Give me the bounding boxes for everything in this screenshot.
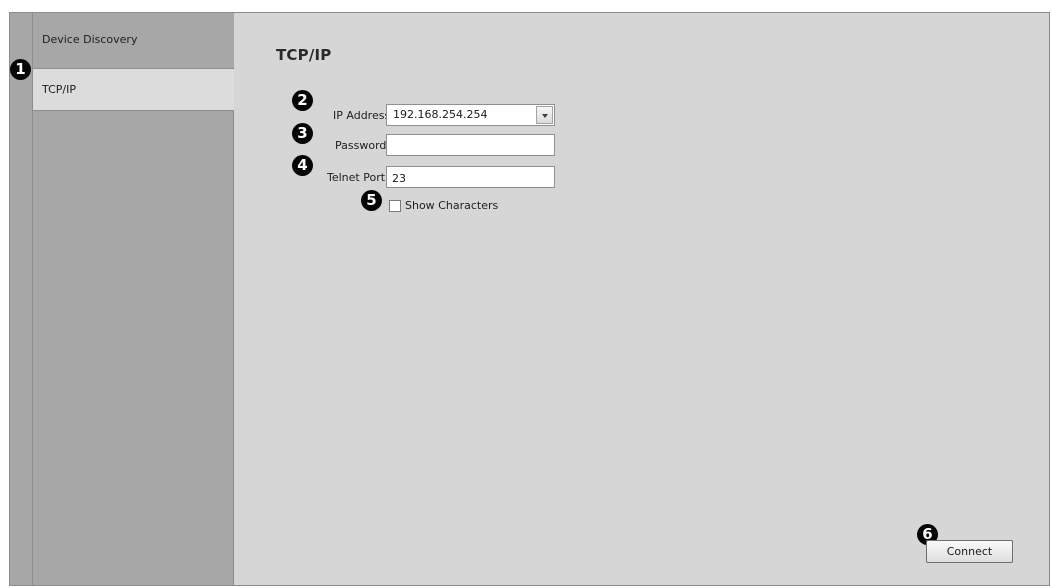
sidebar: Device Discovery TCP/IP (33, 13, 234, 585)
telnet-port-label: Telnet Port: (327, 171, 389, 184)
main-panel: TCP/IP IP Address: 192.168.254.254 Passw… (234, 13, 1049, 585)
telnet-port-field[interactable] (386, 166, 555, 188)
sidebar-item-label: TCP/IP (42, 83, 76, 96)
show-characters-checkbox[interactable] (389, 200, 401, 212)
sidebar-item-device-discovery[interactable]: Device Discovery (33, 13, 234, 69)
callout-5-icon: 5 (361, 190, 382, 211)
window-frame: Device Discovery TCP/IP TCP/IP IP Addres… (9, 12, 1050, 586)
chevron-down-icon[interactable] (536, 106, 553, 124)
password-field[interactable] (386, 134, 555, 156)
sidebar-item-label: Device Discovery (42, 33, 138, 46)
ip-address-label: IP Address: (333, 109, 394, 122)
callout-2-icon: 2 (292, 90, 313, 111)
callout-4-icon: 4 (292, 155, 313, 176)
left-strip (10, 13, 33, 585)
sidebar-item-tcpip[interactable]: TCP/IP (33, 69, 234, 111)
password-label: Password: (335, 139, 391, 152)
callout-1-icon: 1 (10, 59, 31, 80)
ip-address-value: 192.168.254.254 (393, 108, 488, 121)
ip-address-combobox[interactable]: 192.168.254.254 (386, 104, 555, 126)
show-characters-label[interactable]: Show Characters (405, 199, 498, 212)
connect-button[interactable]: Connect (926, 540, 1013, 563)
page-title: TCP/IP (276, 46, 332, 64)
callout-3-icon: 3 (292, 123, 313, 144)
